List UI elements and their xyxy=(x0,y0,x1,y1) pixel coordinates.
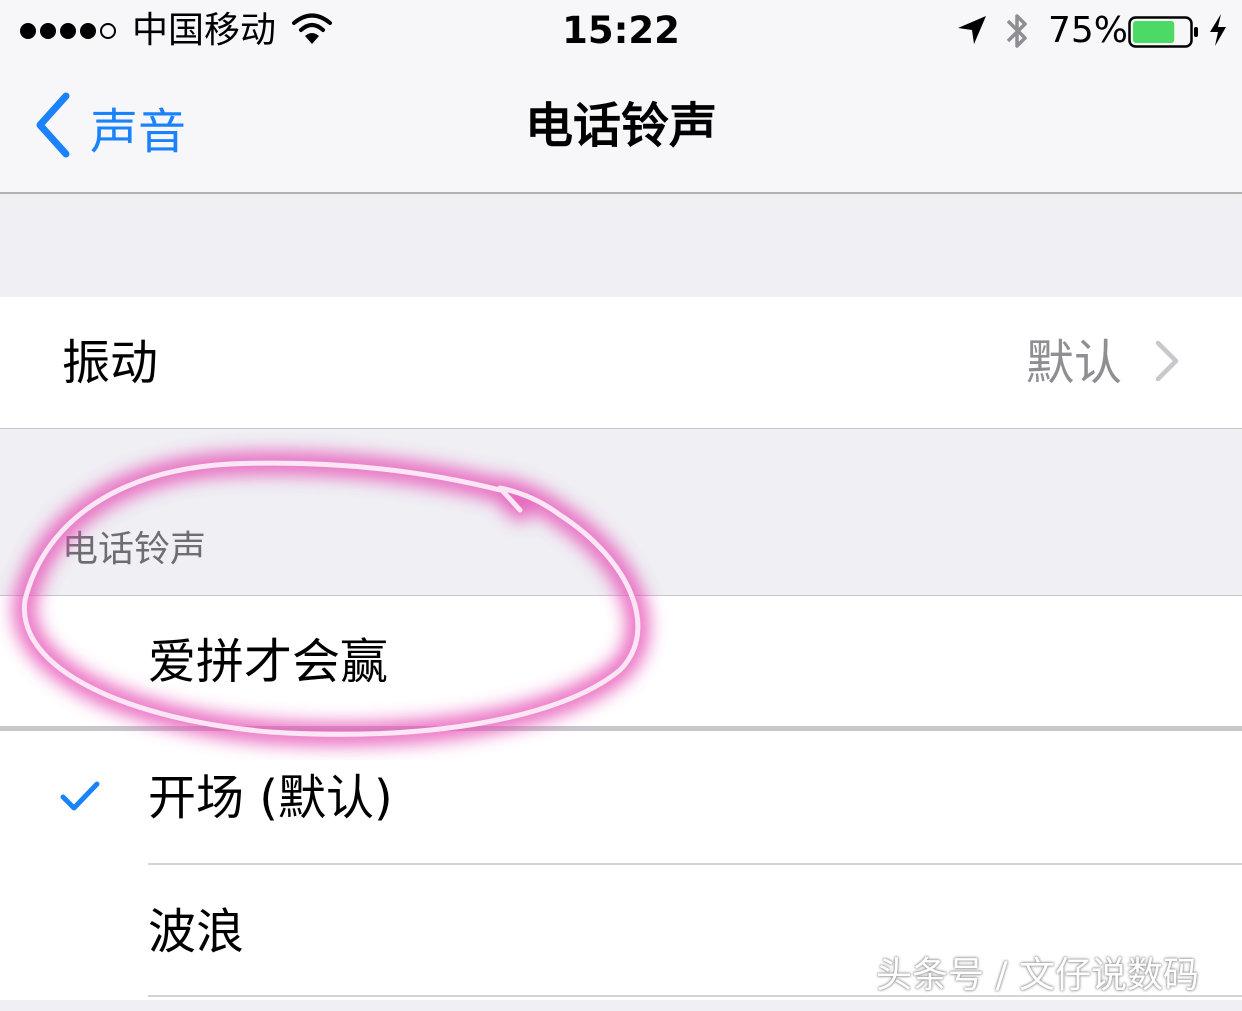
chevron-right-icon xyxy=(1154,339,1180,387)
watermark: 头条号 / 文仔说数码 xyxy=(876,955,1200,996)
ringtone-row[interactable]: 爱拼才会赢 xyxy=(0,596,1242,728)
ringtone-row-selected[interactable]: 开场 (默认) xyxy=(0,732,1242,864)
page-title: 电话铃声 xyxy=(524,98,717,154)
status-bar: 中国移动 15:22 75% xyxy=(0,0,1242,62)
charging-bolt-icon xyxy=(1208,13,1228,51)
ringtone-label: 波浪 xyxy=(148,904,245,960)
bluetooth-icon xyxy=(1004,10,1030,56)
battery-percent: 75% xyxy=(1048,10,1129,51)
checkmark-icon xyxy=(60,780,100,816)
location-arrow-icon xyxy=(956,14,988,50)
ringtone-label: 爱拼才会赢 xyxy=(148,634,389,690)
battery-icon xyxy=(1128,16,1200,52)
vibration-label: 振动 xyxy=(62,335,159,391)
navigation-bar: 声音 电话铃声 xyxy=(0,62,1242,194)
vibration-row[interactable]: 振动 默认 xyxy=(0,297,1242,428)
vibration-value: 默认 xyxy=(1026,335,1123,391)
section-header-ringtones: 电话铃声 xyxy=(62,529,207,570)
divider xyxy=(148,863,1242,865)
divider xyxy=(0,726,1242,731)
ringtone-label: 开场 (默认) xyxy=(148,770,393,826)
ringtone-list: 爱拼才会赢 开场 (默认) 波浪 xyxy=(0,596,1242,1000)
